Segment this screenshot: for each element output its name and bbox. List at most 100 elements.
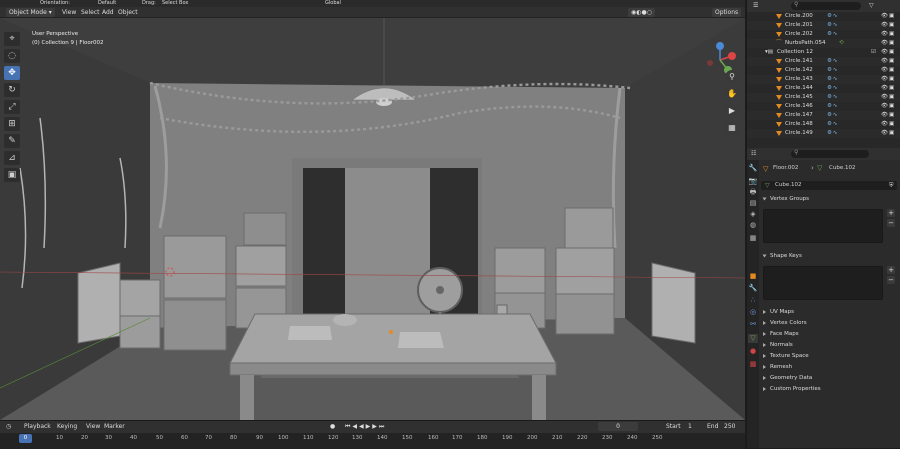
select-tool-icon[interactable]: ◌ <box>4 49 20 63</box>
material-tab-icon[interactable]: ● <box>748 347 758 356</box>
menu-playback[interactable]: Playback <box>24 422 51 431</box>
object-tab-icon[interactable]: ■ <box>748 272 758 281</box>
menu-timeline-view[interactable]: View <box>86 422 100 431</box>
properties-editor-icon[interactable]: ☷ <box>751 149 756 158</box>
render-tab-icon[interactable]: 📷 <box>748 177 758 186</box>
shape-keys-list[interactable] <box>763 266 883 300</box>
start-value[interactable]: 1 <box>688 422 692 431</box>
outliner-row[interactable]: ⌒ NurbsPath.054 ⟲ 👁▣ <box>747 39 900 48</box>
scale-tool-icon[interactable]: ⤢ <box>4 100 20 114</box>
current-frame-marker[interactable]: 0 <box>19 434 32 443</box>
visibility-icons[interactable]: 👁▣ <box>881 57 895 66</box>
pan-hand-icon[interactable]: ✋ <box>725 87 739 101</box>
rotate-tool-icon[interactable]: ↻ <box>4 83 20 97</box>
remove-vertex-group-button[interactable]: − <box>887 219 895 227</box>
panel-geometry-data[interactable]: Geometry Data <box>763 374 897 383</box>
visibility-icons[interactable]: 👁▣ <box>881 12 895 21</box>
visibility-icons[interactable]: 👁▣ <box>881 66 895 75</box>
panel-vertex-colors[interactable]: Vertex Colors <box>763 319 897 328</box>
scene-tab-icon[interactable]: ◈ <box>748 210 758 219</box>
menu-select[interactable]: Select <box>81 8 100 17</box>
shield-icon[interactable]: ⛨ <box>889 181 894 190</box>
physics-tab-icon[interactable]: ◎ <box>748 308 758 317</box>
visibility-icons[interactable]: 👁▣ <box>881 129 895 138</box>
outliner-editor-icon[interactable]: ☰ <box>753 1 758 10</box>
properties-search-input[interactable]: ⚲ <box>791 149 869 158</box>
mode-dropdown[interactable]: Object Mode ▾ <box>6 8 55 17</box>
collection-checkbox-icon[interactable]: ☑ <box>871 48 876 57</box>
panel-face-maps[interactable]: Face Maps <box>763 330 897 339</box>
outliner-row[interactable]: Circle.147 ⚙∿ 👁▣ <box>747 111 900 120</box>
mesh-datablock-name[interactable]: Cube.102 <box>775 181 801 190</box>
view-layer-tab-icon[interactable]: ▤ <box>748 199 758 208</box>
modifier-tab-icon[interactable]: 🔧 <box>748 284 758 293</box>
outliner-row[interactable]: Circle.149 ⚙∿ 👁▣ <box>747 129 900 138</box>
outliner-search-input[interactable]: ⚲ <box>791 1 861 10</box>
zoom-icon[interactable]: ⚲ <box>725 70 739 84</box>
outliner-row[interactable]: Circle.144 ⚙∿ 👁▣ <box>747 84 900 93</box>
menu-marker[interactable]: Marker <box>104 422 125 431</box>
end-value[interactable]: 250 <box>724 422 735 431</box>
camera-icon[interactable]: ▶ <box>725 104 739 118</box>
add-cube-tool-icon[interactable]: ▣ <box>4 168 20 182</box>
menu-object[interactable]: Object <box>118 8 138 17</box>
particles-tab-icon[interactable]: ∴ <box>748 296 758 305</box>
panel-vertex-groups[interactable]: Vertex Groups <box>762 195 897 204</box>
timeline-editor-icon[interactable]: ◷ <box>6 422 11 431</box>
menu-keying[interactable]: Keying <box>57 422 77 431</box>
outliner-row[interactable]: Circle.148 ⚙∿ 👁▣ <box>747 120 900 129</box>
mesh-data-tab-icon[interactable]: ▽ <box>748 334 758 343</box>
mesh-name[interactable]: Cube.102 <box>829 165 855 171</box>
current-frame-field[interactable]: 0 <box>598 422 638 431</box>
visibility-icons[interactable]: 👁▣ <box>881 39 895 48</box>
visibility-icons[interactable]: 👁▣ <box>881 111 895 120</box>
outliner-row[interactable]: Circle.145 ⚙∿ 👁▣ <box>747 93 900 102</box>
viewport-shading-toggle[interactable]: ◉◐●○ <box>628 8 655 17</box>
object-name[interactable]: Floor.002 <box>773 165 798 171</box>
move-tool-icon[interactable]: ✥ <box>4 66 20 80</box>
world-tab-icon[interactable]: ◍ <box>748 221 758 230</box>
outliner-collection-row[interactable]: ▾▤ Collection 12 ☑ 👁▣ <box>747 48 900 57</box>
visibility-icons[interactable]: 👁▣ <box>881 120 895 129</box>
visibility-icons[interactable]: 👁▣ <box>881 30 895 39</box>
playback-controls[interactable]: ⏮◀◀▶▶⏭ <box>345 422 386 431</box>
3d-viewport[interactable]: User Perspective (0) Collection 9 | Floo… <box>0 18 745 420</box>
tool-tab-icon[interactable]: 🔧 <box>748 164 758 173</box>
outliner-row[interactable]: Circle.146 ⚙∿ 👁▣ <box>747 102 900 111</box>
visibility-icons[interactable]: 👁▣ <box>881 21 895 30</box>
outliner-row[interactable]: Circle.200 ⚙∿ 👁▣ <box>747 12 900 21</box>
visibility-icons[interactable]: 👁▣ <box>881 84 895 93</box>
menu-add[interactable]: Add <box>102 8 114 17</box>
vertex-groups-list[interactable] <box>763 209 883 243</box>
annotate-tool-icon[interactable]: ✎ <box>4 134 20 148</box>
visibility-icons[interactable]: 👁▣ <box>881 75 895 84</box>
panel-texture-space[interactable]: Texture Space <box>763 352 897 361</box>
cursor-tool-icon[interactable]: ⌖ <box>4 32 20 46</box>
mesh-datablock-field[interactable]: ▽ Cube.102 ⛨ <box>761 181 897 190</box>
collection-tab-icon[interactable]: ▦ <box>748 234 758 243</box>
outliner-row[interactable]: Circle.142 ⚙∿ 👁▣ <box>747 66 900 75</box>
grid-view-icon[interactable]: ▦ <box>725 121 739 135</box>
remove-shape-key-button[interactable]: − <box>887 276 895 284</box>
texture-tab-icon[interactable]: ▩ <box>748 360 758 369</box>
output-tab-icon[interactable]: 🖶 <box>748 188 758 197</box>
panel-normals[interactable]: Normals <box>763 341 897 350</box>
outliner-row[interactable]: Circle.141 ⚙∿ 👁▣ <box>747 57 900 66</box>
outliner-row[interactable]: Circle.143 ⚙∿ 👁▣ <box>747 75 900 84</box>
visibility-icons[interactable]: 👁▣ <box>881 48 895 57</box>
constraints-tab-icon[interactable]: ⚯ <box>748 320 758 329</box>
add-vertex-group-button[interactable]: + <box>887 209 895 217</box>
visibility-icons[interactable]: 👁▣ <box>881 93 895 102</box>
filter-icon[interactable]: ▽ <box>869 1 874 10</box>
menu-view[interactable]: View <box>62 8 76 17</box>
transform-tool-icon[interactable]: ⊞ <box>4 117 20 131</box>
add-shape-key-button[interactable]: + <box>887 266 895 274</box>
options-button[interactable]: Options <box>712 8 742 17</box>
panel-remesh[interactable]: Remesh <box>763 363 897 372</box>
measure-tool-icon[interactable]: ⊿ <box>4 151 20 165</box>
outliner-row[interactable]: Circle.201 ⚙∿ 👁▣ <box>747 21 900 30</box>
panel-custom-properties[interactable]: Custom Properties <box>763 385 897 394</box>
record-icon[interactable]: ● <box>330 422 335 431</box>
panel-shape-keys[interactable]: Shape Keys <box>762 252 897 261</box>
panel-uv-maps[interactable]: UV Maps <box>763 308 897 317</box>
